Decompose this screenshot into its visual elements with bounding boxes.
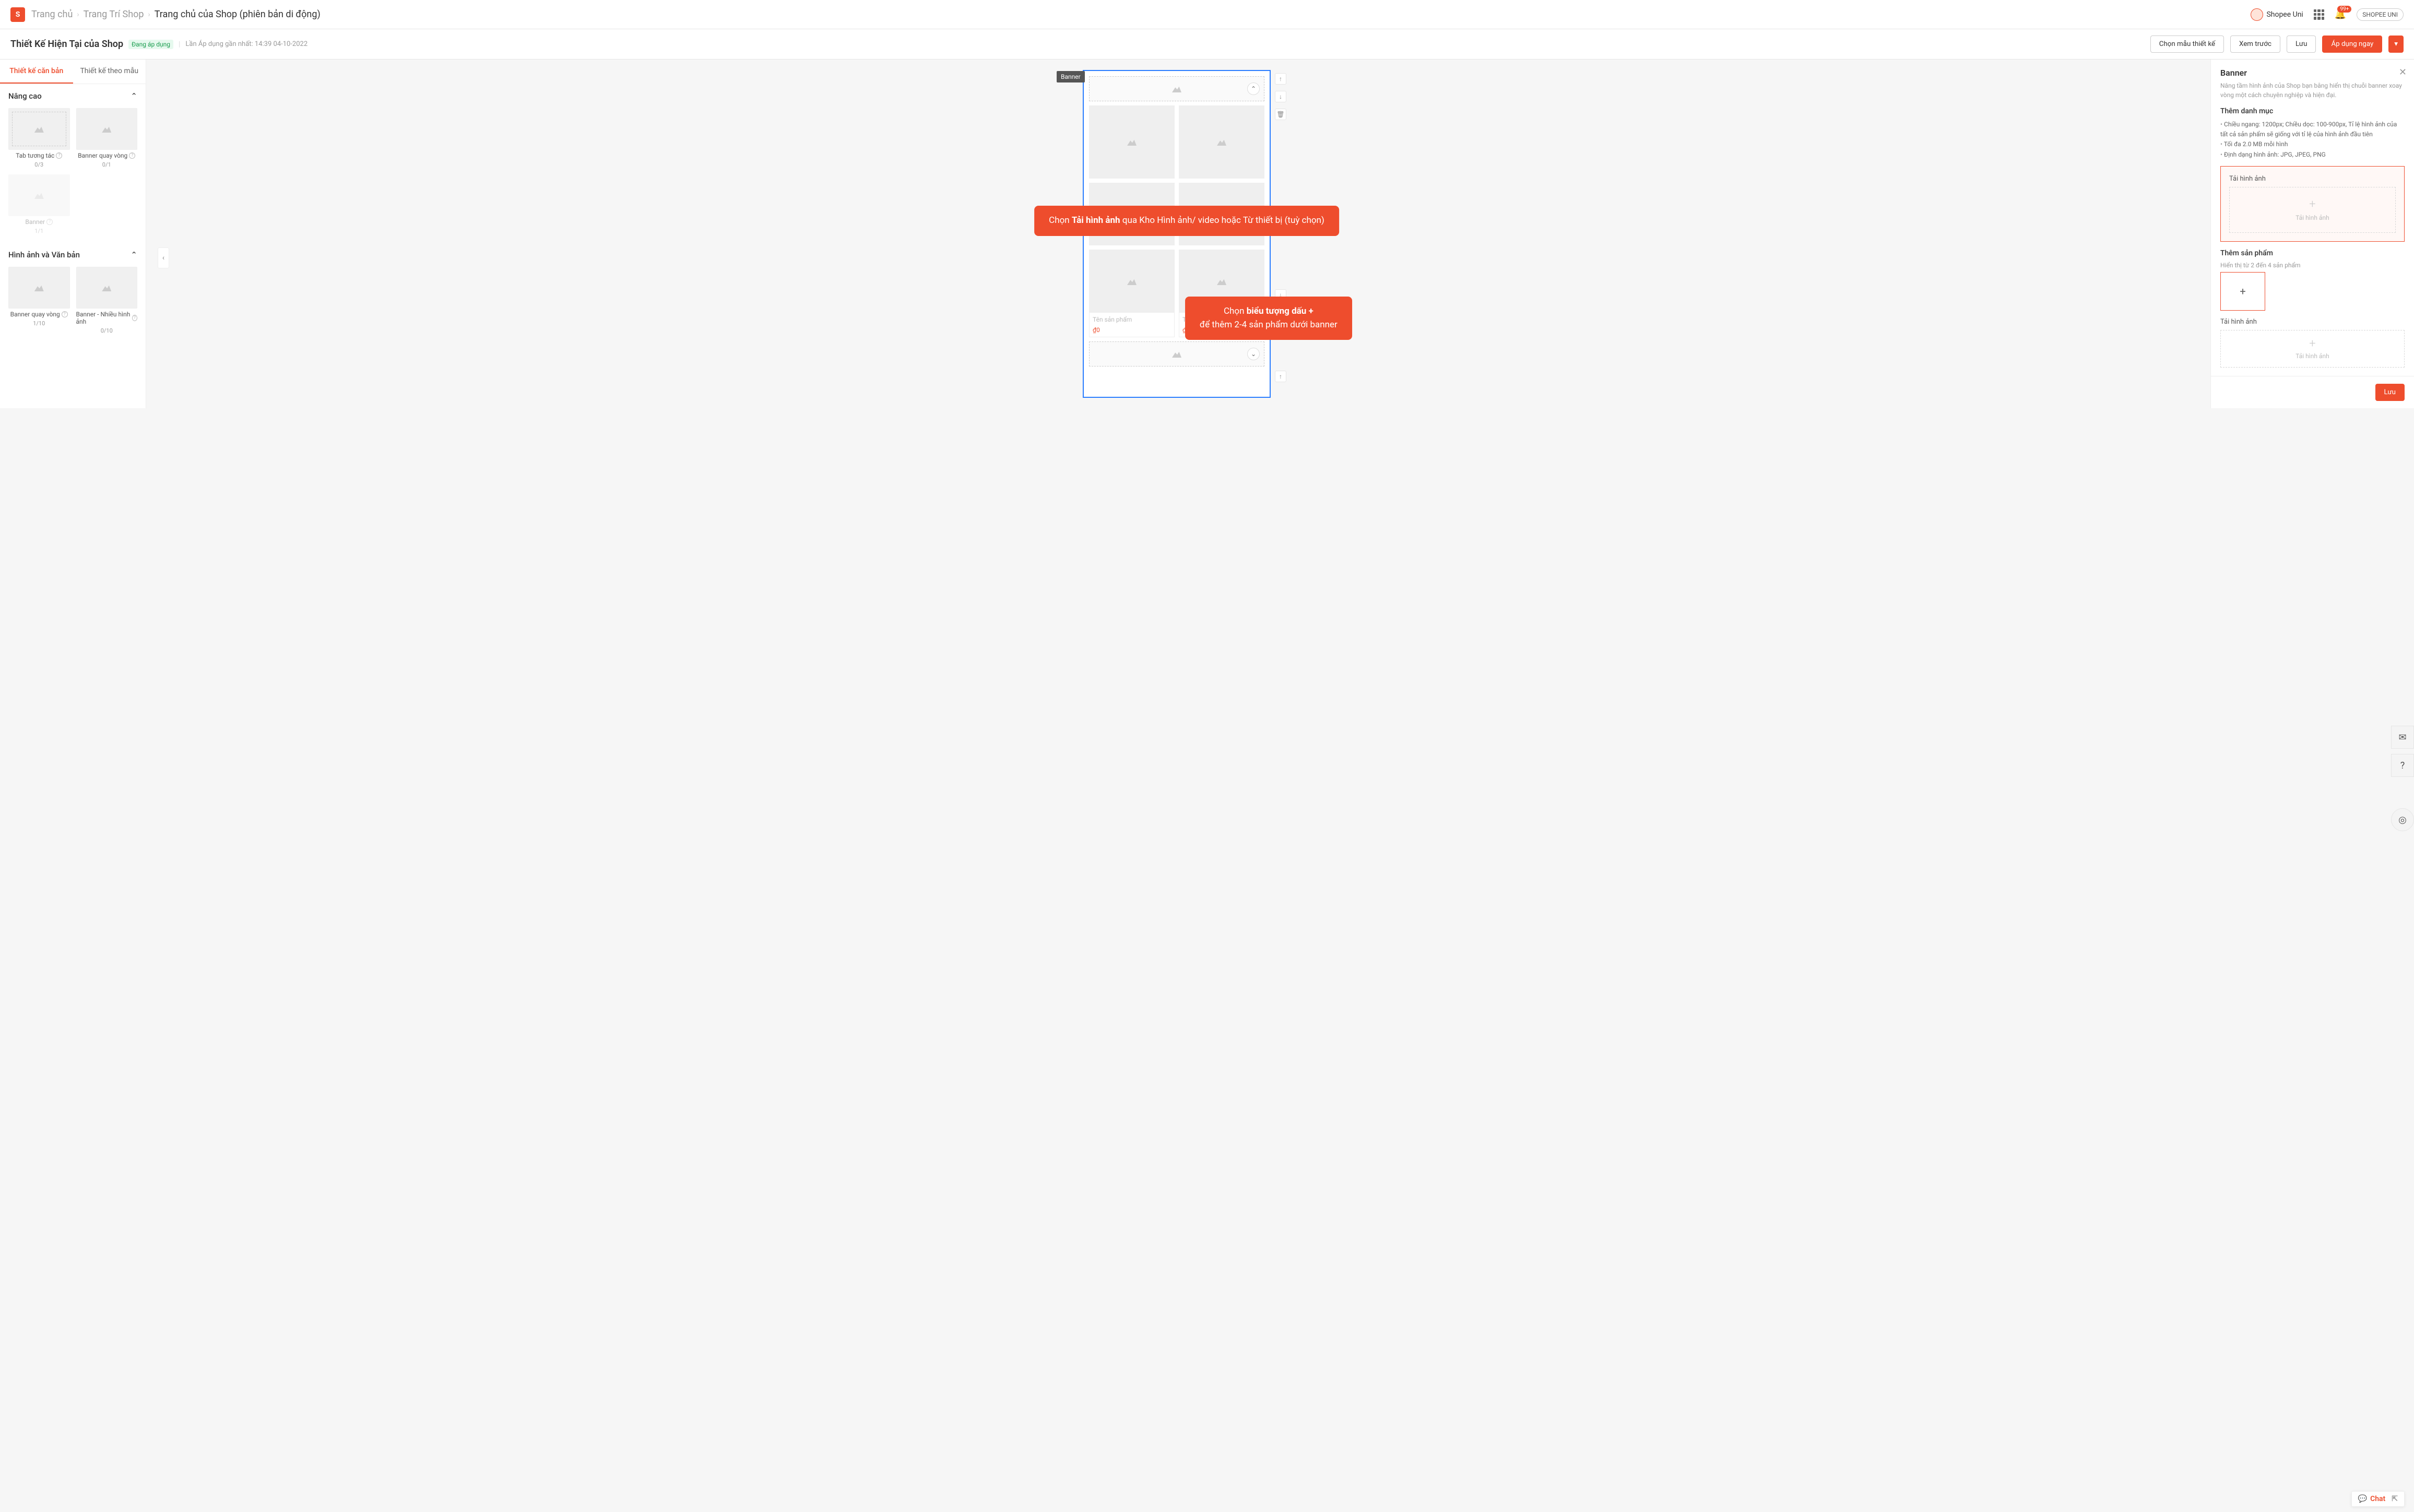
- add-product-heading: Thêm sản phẩm: [2220, 249, 2405, 257]
- plus-icon: +: [2309, 198, 2315, 211]
- breadcrumb-shop-decor[interactable]: Trang Trí Shop: [84, 9, 144, 20]
- banner-slot-bottom[interactable]: ⌄: [1089, 341, 1264, 367]
- notifications-icon[interactable]: 🔔99+: [2335, 9, 2346, 20]
- breadcrumb-current: Trang chủ của Shop (phiên bản di động): [155, 9, 321, 20]
- add-product-note: Hiển thị từ 2 đến 4 sản phẩm: [2220, 262, 2405, 269]
- headset-icon[interactable]: ◎: [2391, 808, 2414, 831]
- help-icon: ?: [46, 219, 53, 225]
- help-icon[interactable]: ?: [132, 315, 137, 321]
- delete-button[interactable]: 🗑: [1275, 109, 1286, 120]
- chat-widget[interactable]: 💬 Chat ⇱: [2351, 1491, 2405, 1507]
- add-category-heading: Thêm danh mục: [2220, 107, 2405, 115]
- component-banner-multi[interactable]: Banner - Nhiều hình ảnh? 0/10: [76, 267, 138, 334]
- image-placeholder-icon: [1172, 85, 1181, 92]
- sub-bar: Thiết Kế Hiện Tại của Shop Đang áp dụng …: [0, 29, 2414, 60]
- help-icon[interactable]: ?: [62, 311, 68, 317]
- component-banner: Banner? 1/1: [8, 174, 70, 234]
- tutorial-callout-1: Chọn Tải hình ảnh qua Kho Hình ảnh/ vide…: [1034, 206, 1339, 236]
- section-images-header[interactable]: Hình ảnh và Văn bản ⌃: [0, 243, 146, 267]
- apply-now-button[interactable]: Áp dụng ngay: [2322, 36, 2382, 53]
- component-tab-interactive[interactable]: Tab tương tác? 0/3: [8, 108, 70, 168]
- upload-image-dropzone-2[interactable]: + Tải hình ảnh: [2220, 330, 2405, 368]
- help-icon[interactable]: ?: [56, 152, 62, 159]
- sidebar: Thiết kế căn bản Thiết kế theo mẫu Nâng …: [0, 60, 146, 408]
- section-advanced-header[interactable]: Nâng cao ⌃: [0, 84, 146, 108]
- panel-title: Banner: [2220, 68, 2405, 78]
- close-icon[interactable]: ✕: [2399, 67, 2407, 78]
- apps-grid-icon[interactable]: [2314, 9, 2324, 20]
- tab-template-design[interactable]: Thiết kế theo mẫu: [73, 60, 146, 84]
- shopee-logo-icon[interactable]: S: [10, 7, 25, 22]
- shopee-uni-link[interactable]: Shopee Uni: [2251, 8, 2303, 21]
- apply-dropdown-button[interactable]: ▾: [2388, 36, 2404, 53]
- help-icon[interactable]: ?: [129, 152, 135, 159]
- image-placeholder-icon: [1172, 350, 1181, 358]
- help-circle-icon[interactable]: ?: [2391, 754, 2414, 777]
- tab-basic-design[interactable]: Thiết kế căn bản: [0, 60, 73, 84]
- expand-icon[interactable]: ⇱: [2392, 1495, 2398, 1503]
- top-bar: S Trang chủ › Trang Trí Shop › Trang chủ…: [0, 0, 2414, 29]
- image-cell[interactable]: [1089, 105, 1175, 179]
- chevron-right-icon: ›: [77, 10, 79, 19]
- shopee-uni-icon: [2251, 8, 2263, 21]
- add-product-button[interactable]: +: [2220, 272, 2265, 311]
- chevron-up-icon: ⌃: [131, 250, 137, 259]
- shopee-uni-label: Shopee Uni: [2266, 10, 2303, 19]
- element-label: Banner: [1057, 71, 1085, 82]
- image-cell[interactable]: [1179, 105, 1264, 179]
- component-banner-carousel[interactable]: Banner quay vòng? 0/1: [76, 108, 138, 168]
- properties-panel: ✕ Banner Nâng tầm hình ảnh của Shop bạn …: [2210, 60, 2414, 408]
- chat-icon: 💬: [2358, 1495, 2367, 1503]
- save-button[interactable]: Lưu: [2287, 36, 2316, 53]
- chevron-up-icon: ⌃: [131, 91, 137, 101]
- product-card[interactable]: Tên sản phẩm ₫0: [1089, 250, 1175, 337]
- choose-template-button[interactable]: Chọn mẫu thiết kế: [2150, 36, 2224, 53]
- move-down-button[interactable]: ↓: [1275, 91, 1286, 102]
- last-applied-text: Lần Áp dụng gần nhất: 14:39 04-10-2022: [185, 40, 307, 48]
- upload-image-block: Tải hình ảnh + Tải hình ảnh: [2220, 166, 2405, 242]
- component-banner-carousel-2[interactable]: Banner quay vòng? 1/10: [8, 267, 70, 334]
- notification-badge: 99+: [2337, 6, 2351, 13]
- status-tag: Đang áp dụng: [128, 40, 173, 49]
- shopee-uni-button[interactable]: SHOPEE UNI: [2357, 8, 2404, 21]
- chevron-down-icon[interactable]: ⌄: [1247, 348, 1260, 360]
- chevron-up-icon[interactable]: ⌃: [1247, 82, 1260, 95]
- page-title: Thiết Kế Hiện Tại của Shop: [10, 39, 123, 50]
- panel-save-button[interactable]: Lưu: [2375, 384, 2405, 401]
- banner-slot-top[interactable]: ⌃: [1089, 76, 1264, 101]
- upload-image-dropzone[interactable]: + Tải hình ảnh: [2229, 187, 2396, 233]
- canvas: Banner ⌃ Tên sản phẩm ₫0: [163, 60, 2210, 408]
- panel-description: Nâng tầm hình ảnh của Shop bạn bằng hiển…: [2220, 81, 2405, 100]
- plus-icon: +: [2309, 337, 2315, 350]
- insert-above-button[interactable]: ↑: [1275, 371, 1286, 382]
- constraints-list: Chiều ngang: 1200px; Chiều dọc: 100-900p…: [2220, 120, 2405, 160]
- tutorial-callout-2: Chọn biểu tượng dấu +để thêm 2-4 sản phẩ…: [1185, 297, 1352, 340]
- breadcrumb-home[interactable]: Trang chủ: [31, 9, 73, 20]
- move-up-button[interactable]: ↑: [1275, 73, 1286, 85]
- chevron-right-icon: ›: [148, 10, 150, 19]
- inbox-icon[interactable]: ✉: [2391, 726, 2414, 749]
- breadcrumb: Trang chủ › Trang Trí Shop › Trang chủ c…: [31, 9, 2251, 20]
- preview-button[interactable]: Xem trước: [2230, 36, 2280, 53]
- side-tools: ✉ ? ◎: [2391, 726, 2414, 831]
